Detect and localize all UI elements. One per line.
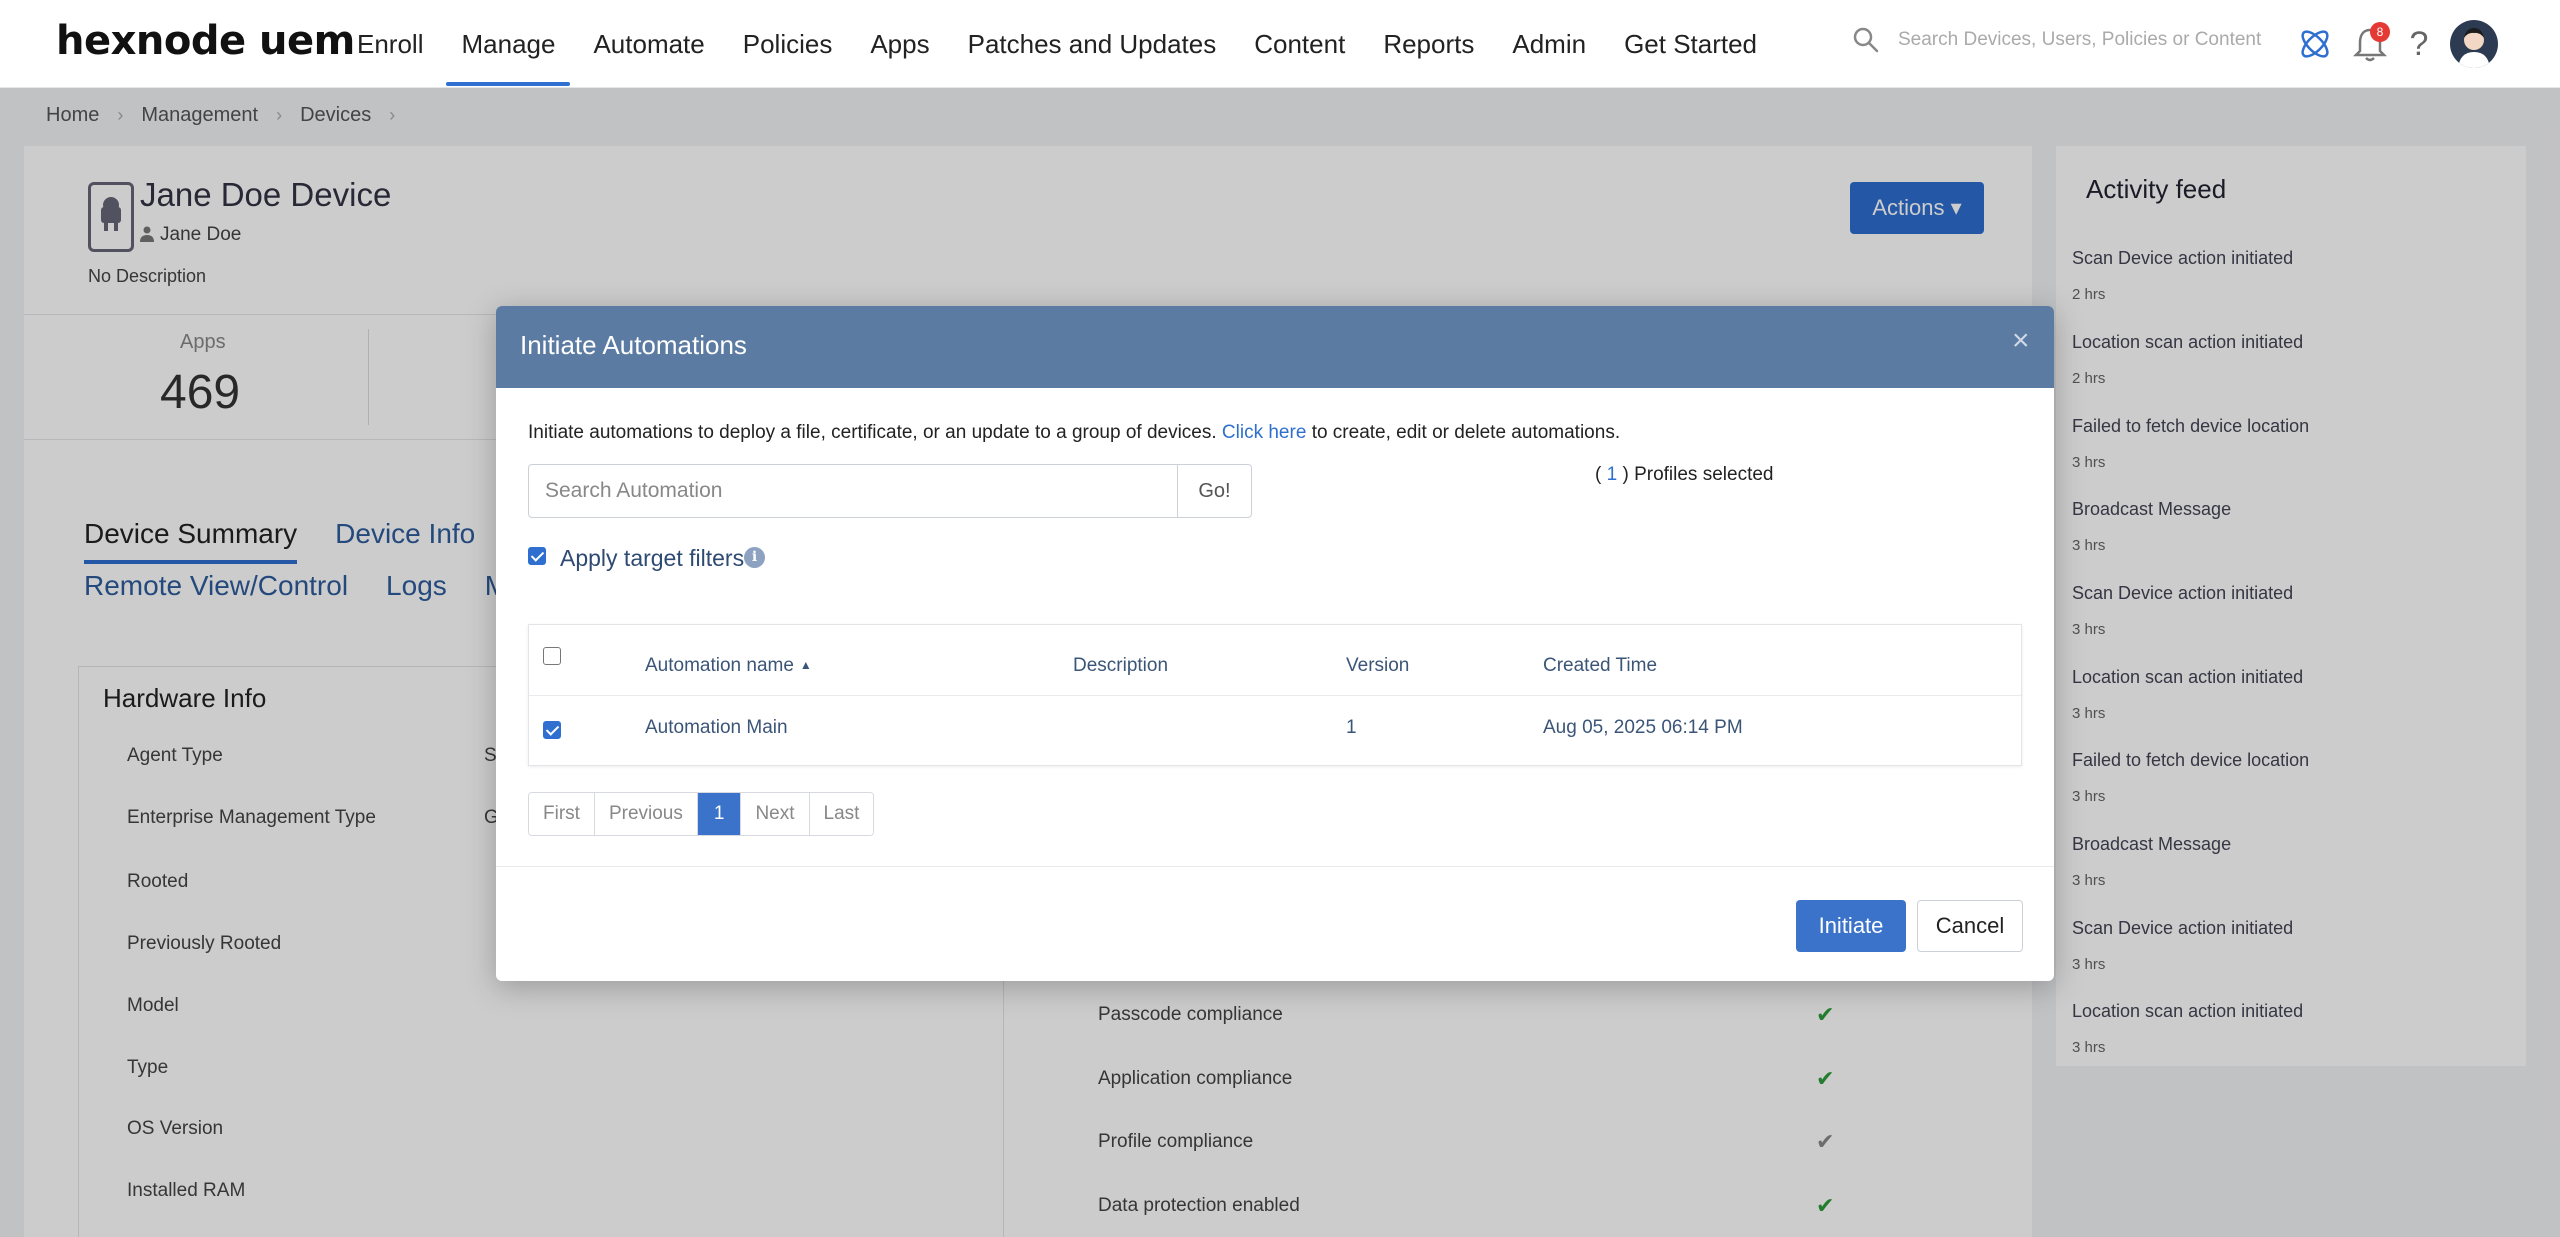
cell-automation-name[interactable]: Automation Main	[645, 717, 788, 739]
avatar-icon	[2458, 28, 2490, 68]
page-next[interactable]: Next	[741, 793, 810, 835]
automation-search-input[interactable]	[528, 464, 1178, 518]
profiles-open-paren: (	[1595, 464, 1602, 485]
modal-intro: Initiate automations to deploy a file, c…	[528, 422, 1620, 444]
apply-target-filters-label[interactable]: Apply target filters	[560, 545, 744, 572]
main-nav: Enroll Manage Automate Policies Apps Pat…	[338, 0, 1776, 88]
col-header-automation-name[interactable]: Automation name ▲	[645, 655, 812, 677]
notifications-button[interactable]: 8	[2352, 22, 2390, 64]
page-previous[interactable]: Previous	[594, 793, 698, 835]
info-icon[interactable]: i	[744, 547, 765, 568]
nav-enroll[interactable]: Enroll	[338, 0, 442, 88]
help-icon[interactable]: ?	[2406, 25, 2432, 64]
page-first[interactable]: First	[529, 793, 595, 835]
top-navbar: hexnode uem Enroll Manage Automate Polic…	[0, 0, 2560, 88]
nav-reports[interactable]: Reports	[1364, 0, 1493, 88]
row-select-checkbox[interactable]	[543, 721, 561, 739]
top-icons: 8 ?	[2296, 20, 2498, 68]
nav-patches-and-updates[interactable]: Patches and Updates	[949, 0, 1236, 88]
go-button[interactable]: Go!	[1177, 464, 1252, 518]
intro-text: Initiate automations to deploy a file, c…	[528, 422, 1217, 443]
nav-apps[interactable]: Apps	[851, 0, 948, 88]
cell-created-time: Aug 05, 2025 06:14 PM	[1543, 717, 1743, 738]
intro-text-after: to create, edit or delete automations.	[1311, 422, 1621, 443]
click-here-link[interactable]: Click here	[1222, 422, 1306, 443]
global-search-input[interactable]	[1898, 29, 2278, 51]
modal-title: Initiate Automations	[520, 330, 747, 360]
apply-target-filters-checkbox[interactable]	[528, 547, 546, 565]
nav-admin[interactable]: Admin	[1493, 0, 1605, 88]
global-search	[1852, 26, 2278, 54]
nav-manage[interactable]: Manage	[442, 0, 574, 88]
profiles-selected: ( 1 ) Profiles selected	[1595, 464, 1773, 486]
initiate-automations-modal: Initiate Automations × Initiate automati…	[496, 306, 2054, 981]
page-last[interactable]: Last	[809, 793, 874, 835]
pagination: First Previous 1 Next Last	[528, 792, 875, 836]
search-icon	[1853, 27, 1879, 53]
notification-count-badge: 8	[2370, 22, 2390, 42]
nav-get-started[interactable]: Get Started	[1605, 0, 1776, 88]
col-header-created-time[interactable]: Created Time	[1543, 655, 1657, 677]
profiles-selected-label: ) Profiles selected	[1622, 464, 1774, 485]
nav-content[interactable]: Content	[1235, 0, 1364, 88]
select-all-checkbox[interactable]	[543, 647, 561, 665]
automations-table: Automation name ▲ Description Version Cre…	[528, 624, 2023, 766]
modal-header: Initiate Automations ×	[496, 306, 2054, 388]
table-row-divider	[529, 695, 2023, 696]
sort-ascending-icon: ▲	[799, 658, 812, 672]
hexnode-logo[interactable]: hexnode uem	[56, 18, 355, 64]
profiles-selected-count[interactable]: 1	[1607, 464, 1618, 485]
modal-footer-divider	[496, 866, 2054, 867]
user-avatar[interactable]	[2450, 20, 2498, 68]
nav-policies[interactable]: Policies	[724, 0, 852, 88]
col-header-description[interactable]: Description	[1073, 655, 1168, 677]
cancel-button[interactable]: Cancel	[1917, 900, 2023, 952]
nav-automate[interactable]: Automate	[574, 0, 723, 88]
cell-version: 1	[1346, 717, 1357, 738]
close-icon[interactable]: ×	[2012, 326, 2030, 356]
initiate-button[interactable]: Initiate	[1796, 900, 1906, 952]
hexnode-connect-icon[interactable]	[2296, 25, 2334, 63]
page-current[interactable]: 1	[697, 793, 742, 835]
col-header-version[interactable]: Version	[1346, 655, 1409, 677]
automation-name-header-label: Automation name	[645, 655, 794, 676]
